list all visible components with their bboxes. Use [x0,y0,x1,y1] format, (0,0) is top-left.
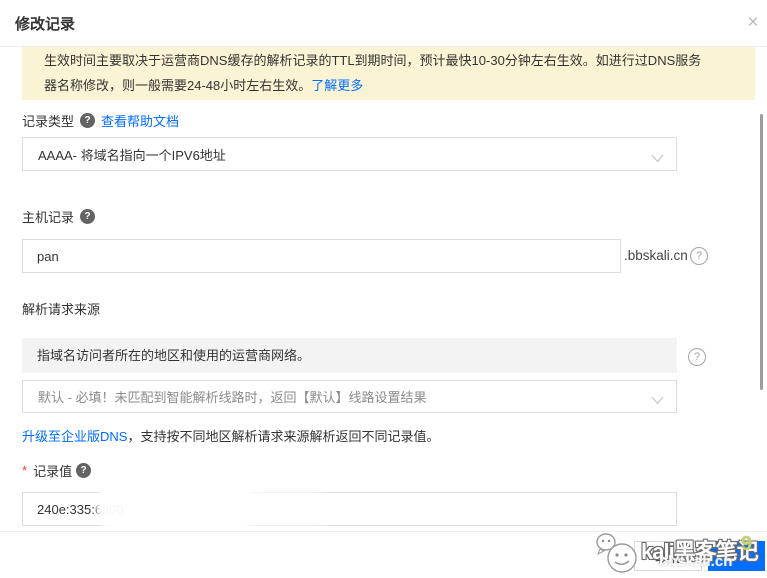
chevron-down-icon [651,151,664,166]
help-icon[interactable]: ? [80,209,96,224]
upgrade-text: ，支持按不同地区解析请求来源解析返回不同记录值。 [127,429,440,444]
record-type-label: 记录类型 [22,114,75,129]
record-type-label-row: 记录类型 ? 查看帮助文档 [22,112,179,129]
upgrade-row: 升级至企业版DNS，支持按不同地区解析请求来源解析返回不同记录值。 [22,426,439,445]
line-source-label: 解析请求来源 [22,302,101,317]
host-record-label: 主机记录 [22,210,75,225]
confirm-button[interactable] [708,541,765,571]
host-record-input[interactable] [22,239,621,273]
dialog-title: 修改记录 [15,16,76,33]
ttl-notice-banner: 生效时间主要取决于运营商DNS缓存的解析记录的TTL到期时间，预计最快10-30… [22,47,755,100]
view-help-doc-link[interactable]: 查看帮助文档 [101,111,179,130]
required-asterisk: * [22,463,28,478]
vertical-scrollbar-thumb[interactable] [760,114,763,390]
question-circle-icon[interactable]: ? [688,348,706,366]
record-value-label-row: * 记录值 ? [22,462,92,479]
help-icon[interactable]: ? [80,113,96,128]
line-source-label-row: 解析请求来源 [22,300,100,317]
host-record-label-row: 主机记录 ? [22,208,96,225]
question-circle-icon[interactable]: ? [690,247,708,265]
upgrade-enterprise-dns-link[interactable]: 升级至企业版DNS [22,429,127,444]
line-source-info-box: 指域名访问者所在的地区和使用的运营商网络。 [22,338,677,373]
redaction-blur [235,487,330,529]
ttl-notice-text: 生效时间主要取决于运营商DNS缓存的解析记录的TTL到期时间，预计最快10-30… [44,53,702,93]
learn-more-link[interactable]: 了解更多 [311,78,363,93]
line-selected-value: 默认 - 必填！未匹配到智能解析线路时，返回【默认】线路设置结果 [38,390,427,405]
redaction-blur [96,475,256,537]
record-type-select[interactable]: AAAA- 将域名指向一个IPV6地址 [22,137,677,171]
help-icon[interactable]: ? [76,463,92,478]
domain-suffix: .bbskali.cn [624,248,688,263]
record-type-selected-value: AAAA- 将域名指向一个IPV6地址 [38,147,226,163]
cancel-button[interactable]: 取消 [634,541,702,571]
chevron-down-icon [651,393,664,408]
line-select[interactable]: 默认 - 必填！未匹配到智能解析线路时，返回【默认】线路设置结果 [22,380,677,413]
close-icon[interactable]: × [741,11,765,35]
footer-divider [0,531,767,532]
record-value-label: 记录值 [33,464,73,479]
modify-record-dialog: 修改记录 × 生效时间主要取决于运营商DNS缓存的解析记录的TTL到期时间，预计… [0,0,767,578]
